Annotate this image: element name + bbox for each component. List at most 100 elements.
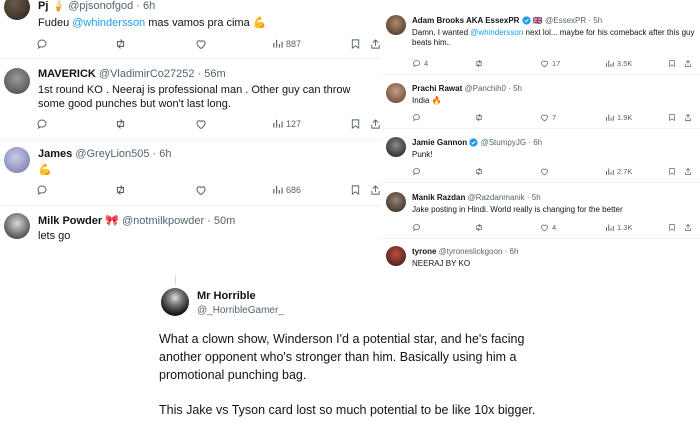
like-button[interactable]: 7 [540, 113, 556, 122]
author-handle[interactable]: @pjsonofgod [68, 0, 133, 12]
reply-tweet[interactable]: Milk Powder 🎀 @notmilkpowder · 50m lets … [0, 205, 381, 248]
bookmark-button[interactable] [350, 38, 361, 50]
reply-button[interactable] [412, 223, 421, 232]
author-handle[interactable]: @EssexPR [545, 16, 586, 25]
mention-link[interactable]: @whindersson [470, 28, 523, 37]
author-name[interactable]: Prachi Rawat [412, 84, 462, 93]
like-icon [195, 38, 207, 50]
views-count[interactable]: 127 [272, 118, 301, 129]
author-handle[interactable]: @StumpyJG [481, 138, 526, 147]
views-icon [272, 38, 283, 49]
avatar[interactable] [386, 83, 406, 103]
share-button[interactable] [684, 113, 692, 122]
author-handle[interactable]: @_HorribleGamer_ [197, 305, 284, 316]
bookmark-button[interactable] [350, 118, 361, 130]
like-button[interactable]: 17 [540, 59, 560, 68]
reply-button[interactable] [412, 167, 421, 176]
retweet-button[interactable] [474, 223, 484, 232]
avatar[interactable] [4, 68, 30, 94]
mention-link[interactable]: @whindersson [72, 17, 145, 29]
reply-button[interactable]: 4 [412, 59, 428, 68]
share-icon [370, 118, 381, 130]
avatar[interactable] [386, 246, 406, 266]
like-icon [540, 223, 549, 232]
avatar[interactable] [4, 213, 30, 239]
like-button[interactable] [540, 167, 549, 176]
views-count[interactable]: 1.3K [605, 223, 632, 232]
share-button[interactable] [370, 184, 381, 196]
like-button[interactable] [195, 184, 207, 196]
timestamp[interactable]: 50m [214, 215, 235, 227]
reply-tweet[interactable]: Manik Razdan @Razdanmanik · 5h Jake post… [381, 183, 700, 239]
avatar[interactable] [161, 288, 189, 316]
timestamp[interactable]: 6h [159, 148, 171, 160]
author-name[interactable]: MAVERICK [38, 68, 96, 80]
avatar[interactable] [386, 15, 406, 35]
author-handle[interactable]: @VladimirCo27252 [99, 68, 195, 80]
share-button[interactable] [684, 59, 692, 68]
timestamp[interactable]: 6h [533, 138, 542, 147]
author-name[interactable]: Pj [38, 0, 48, 12]
timestamp[interactable]: 5h [513, 84, 522, 93]
views-count[interactable]: 686 [272, 184, 301, 195]
retweet-button[interactable] [114, 38, 127, 50]
reply-tweet[interactable]: Pj 🍦 @pjsonofgod · 6h Fudeu @whindersson… [0, 0, 381, 59]
author-name[interactable]: tyrone [412, 247, 436, 256]
share-icon [684, 59, 692, 68]
author-handle[interactable]: @Razdanmanik [468, 193, 525, 202]
bookmark-button[interactable] [668, 113, 676, 122]
like-button[interactable]: 4 [540, 223, 556, 232]
reply-icon [412, 59, 421, 68]
timestamp[interactable]: 6h [510, 247, 519, 256]
bookmark-button[interactable] [350, 184, 361, 196]
author-handle[interactable]: @Panchih0 [464, 84, 505, 93]
author-name[interactable]: Adam Brooks AKA EssexPR [412, 16, 519, 25]
share-button[interactable] [684, 167, 692, 176]
retweet-button[interactable] [114, 118, 127, 130]
like-button[interactable] [195, 118, 207, 130]
like-button[interactable] [195, 38, 207, 50]
bookmark-button[interactable] [668, 167, 676, 176]
timestamp[interactable]: 56m [204, 68, 225, 80]
author-name[interactable]: Jamie Gannon [412, 138, 467, 147]
reply-button[interactable] [412, 113, 421, 122]
retweet-button[interactable] [114, 184, 127, 196]
avatar[interactable] [386, 137, 406, 157]
share-button[interactable] [684, 223, 692, 232]
views-count[interactable]: 3.5K [605, 59, 632, 68]
avatar[interactable] [4, 147, 30, 173]
reply-tweet[interactable]: tyrone @tyroneslickgoon · 6h NEERAJ BY K… [381, 239, 700, 275]
timestamp[interactable]: 5h [593, 16, 602, 25]
author-name[interactable]: Manik Razdan [412, 193, 465, 202]
reply-tweet[interactable]: Adam Brooks AKA EssexPR 🇬🇧 @EssexPR · 5h… [381, 8, 700, 75]
author-name[interactable]: Milk Powder [38, 215, 102, 227]
reply-tweet[interactable]: Jamie Gannon @StumpyJG · 6h Punk! 2.7K [381, 129, 700, 183]
reply-button[interactable] [36, 38, 48, 50]
author-handle[interactable]: @notmilkpowder [122, 215, 204, 227]
share-button[interactable] [370, 118, 381, 130]
author-name[interactable]: James [38, 148, 72, 160]
author-handle[interactable]: @tyroneslickgoon [439, 247, 503, 256]
reply-tweet[interactable]: MAVERICK @VladimirCo27252 · 56m 1st roun… [0, 58, 381, 141]
featured-tweet[interactable]: Mr Horrible @_HorribleGamer_ What a clow… [143, 275, 563, 437]
author-name[interactable]: Mr Horrible [197, 290, 256, 302]
retweet-button[interactable] [474, 167, 484, 176]
retweet-button[interactable] [474, 59, 484, 68]
share-button[interactable] [370, 38, 381, 50]
author-handle[interactable]: @GreyLion505 [75, 148, 149, 160]
bookmark-button[interactable] [668, 59, 676, 68]
reply-button[interactable] [36, 118, 48, 130]
avatar[interactable] [4, 0, 30, 20]
separator: · [508, 84, 511, 93]
reply-tweet[interactable]: Prachi Rawat @Panchih0 · 5h India 🔥 7 1.… [381, 75, 700, 129]
timestamp[interactable]: 5h [532, 193, 541, 202]
bookmark-button[interactable] [668, 223, 676, 232]
views-count[interactable]: 2.7K [605, 167, 632, 176]
timestamp[interactable]: 6h [143, 0, 155, 12]
views-count[interactable]: 1.9K [605, 113, 632, 122]
retweet-button[interactable] [474, 113, 484, 122]
reply-tweet[interactable]: James @GreyLion505 · 6h 💪 686 [0, 140, 381, 206]
views-count[interactable]: 887 [272, 38, 301, 49]
avatar[interactable] [386, 192, 406, 212]
reply-button[interactable] [36, 184, 48, 196]
